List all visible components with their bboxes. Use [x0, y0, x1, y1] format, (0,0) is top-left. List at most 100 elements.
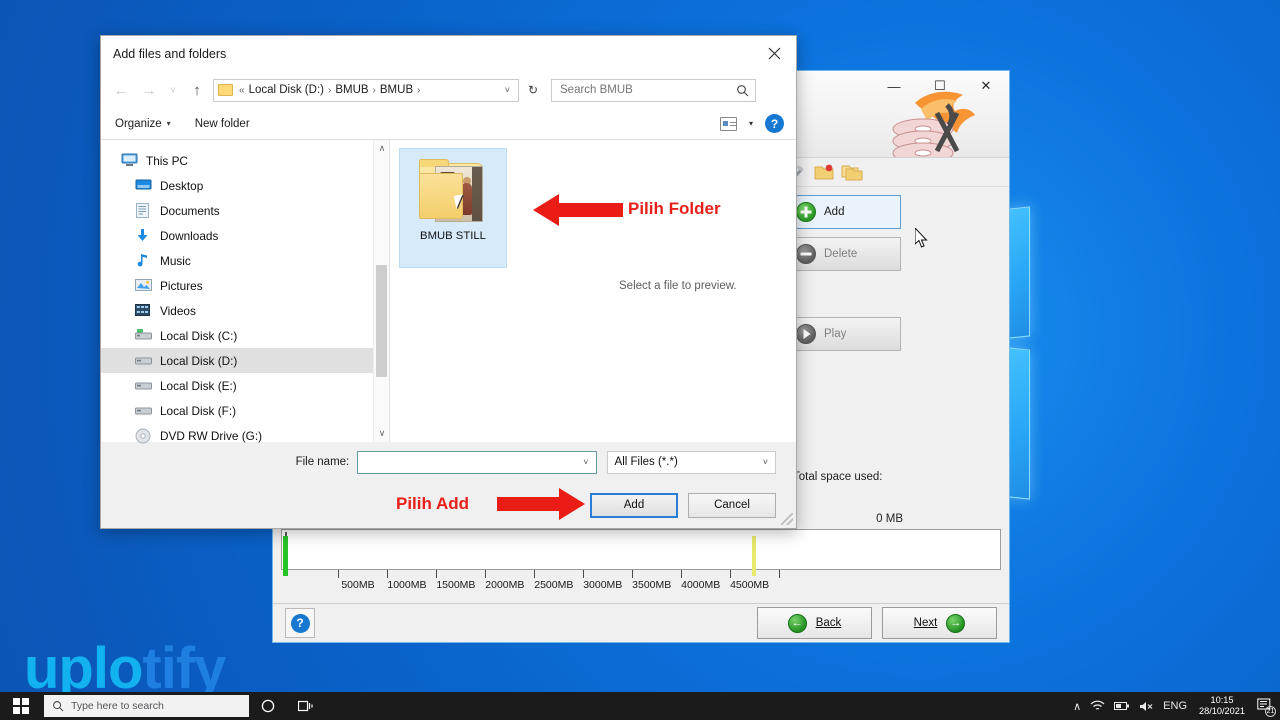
dialog-bottom-bar: File name: ˅ All Files (*.*) ˅ Add Cance…	[101, 442, 796, 528]
back-button[interactable]: ← Back	[757, 607, 872, 640]
search-icon	[737, 84, 749, 96]
wifi-icon[interactable]	[1090, 700, 1105, 712]
dialog-close-button[interactable]	[752, 36, 796, 70]
help-icon[interactable]: ?	[765, 114, 784, 133]
burner-add-label: Add	[824, 206, 845, 219]
cortana-circle-icon[interactable]	[249, 692, 287, 720]
burner-play-button[interactable]: Play	[787, 317, 901, 352]
copy-folder-icon[interactable]	[841, 163, 863, 181]
file-type-select[interactable]: All Files (*.*) ˅	[606, 450, 776, 474]
clock[interactable]: 10:15 28/10/2021	[1196, 695, 1248, 717]
tree-item-label: Music	[160, 253, 191, 268]
nav-history-button[interactable]: ˅	[165, 85, 181, 95]
tree-item-desktop[interactable]: Desktop	[101, 173, 373, 198]
burner-help-button[interactable]: ?	[285, 608, 315, 639]
ruler-label: 2500MB	[534, 579, 574, 592]
new-folder-icon[interactable]	[814, 163, 834, 181]
folder-list-item[interactable]: BMUB STILL	[399, 148, 507, 268]
tree-item-dvd-rw-drive-g[interactable]: DVD RW Drive (G:)	[101, 423, 373, 448]
tree-scrollbar[interactable]: ∧ ∨	[373, 140, 389, 442]
music-icon	[135, 253, 152, 268]
tree-item-local-disk-d[interactable]: Local Disk (D:)	[101, 348, 373, 373]
next-button[interactable]: Next →	[882, 607, 997, 640]
tree-item-local-disk-e[interactable]: Local Disk (E:)	[101, 373, 373, 398]
start-button[interactable]	[0, 692, 42, 720]
ruler-tick	[680, 570, 682, 579]
drive-icon	[135, 378, 152, 393]
ruler-label: 4500MB	[730, 579, 770, 592]
toolbar-right-group: ▾ ?	[719, 114, 784, 133]
breadcrumb[interactable]: « Local Disk (D:) › BMUB › BMUB › ˅	[213, 78, 519, 102]
cancel-button[interactable]: Cancel	[688, 492, 776, 518]
breadcrumb-dropdown-icon[interactable]: ˅	[499, 85, 516, 95]
taskbar: Type here to search ∧ ENG 10:15 28/10/20…	[0, 692, 1280, 720]
nav-up-button[interactable]: ↑	[185, 82, 209, 99]
tree-item-local-disk-f[interactable]: Local Disk (F:)	[101, 398, 373, 423]
system-tray: ∧ ENG 10:15 28/10/2021 21	[1073, 692, 1280, 720]
search-box[interactable]: Search BMUB	[551, 78, 756, 102]
task-view-icon[interactable]	[287, 692, 325, 720]
burner-play-label: Play	[824, 328, 847, 341]
tree-item-pictures[interactable]: Pictures	[101, 273, 373, 298]
tree-item-videos[interactable]: Videos	[101, 298, 373, 323]
preview-placeholder: Select a file to preview.	[619, 280, 737, 292]
close-icon	[768, 47, 780, 59]
folder-name-label: BMUB STILL	[420, 230, 486, 242]
space-meter: 500MB 1000MB 1500MB 2000MB 2500MB 3000MB 3500M…	[273, 525, 1009, 604]
refresh-button[interactable]: ↻	[523, 83, 543, 97]
tree-item-music[interactable]: Music	[101, 248, 373, 273]
dialog-title: Add files and folders	[113, 47, 227, 61]
new-folder-button[interactable]: New folder	[195, 118, 250, 130]
speaker-muted-icon[interactable]	[1139, 701, 1154, 712]
folder-annotation-arrow	[533, 194, 623, 226]
battery-icon[interactable]	[1114, 701, 1130, 711]
file-content-pane: BMUB STILL Select a file to preview.	[390, 140, 796, 442]
ruler-tick	[778, 570, 780, 579]
filename-dropdown-icon[interactable]: ˅	[583, 457, 591, 467]
file-type-dropdown-icon[interactable]: ˅	[763, 457, 771, 467]
burner-delete-button[interactable]: Delete	[787, 237, 901, 272]
file-type-value: All Files (*.*)	[614, 456, 678, 468]
burner-add-button[interactable]: Add	[787, 195, 901, 230]
dvd-drive-icon	[135, 428, 152, 444]
tray-chevron-icon[interactable]: ∧	[1073, 700, 1081, 713]
view-chevron-down-icon[interactable]: ▾	[749, 119, 753, 128]
scroll-up-arrow[interactable]: ∧	[374, 140, 390, 157]
burner-footer: ? ← Back Next →	[273, 603, 1009, 642]
add-files-dialog: Add files and folders ← → ˅ ↑ « Local Di…	[100, 35, 797, 529]
folder-thumbnail-icon	[417, 157, 489, 223]
ruler-label: 1000MB	[387, 579, 427, 592]
monitor-icon	[121, 153, 138, 168]
resize-grip[interactable]	[781, 513, 793, 525]
tree-item-documents[interactable]: Documents	[101, 198, 373, 223]
taskbar-search-placeholder: Type here to search	[71, 700, 164, 712]
breadcrumb-item-2[interactable]: BMUB	[380, 84, 413, 96]
drive-icon	[135, 403, 152, 418]
clock-time: 10:15	[1210, 695, 1234, 705]
tree-item-downloads[interactable]: Downloads	[101, 223, 373, 248]
filename-input[interactable]: ˅	[357, 450, 597, 474]
add-button[interactable]: Add	[590, 492, 678, 518]
scroll-thumb[interactable]	[376, 265, 387, 377]
ruler-tick	[729, 570, 731, 579]
space-bar	[281, 529, 1001, 570]
breadcrumb-item-0[interactable]: Local Disk (D:)	[249, 84, 324, 96]
ruler-label: 500MB	[341, 579, 375, 592]
tree-item-local-disk-c[interactable]: Local Disk (C:)	[101, 323, 373, 348]
tree-item-label: DVD RW Drive (G:)	[160, 428, 263, 443]
breadcrumb-sep-0: ›	[327, 84, 332, 96]
tree-item-this-pc[interactable]: This PC	[101, 148, 373, 173]
scroll-down-arrow[interactable]: ∨	[374, 425, 390, 442]
taskbar-search-input[interactable]: Type here to search	[44, 695, 249, 717]
language-indicator[interactable]: ENG	[1163, 700, 1187, 712]
nav-forward-button[interactable]: →	[137, 82, 161, 99]
tree-item-label: Videos	[160, 303, 196, 318]
pictures-icon	[135, 278, 152, 293]
view-layout-icon[interactable]	[719, 116, 737, 131]
notification-icon[interactable]: 21	[1257, 698, 1276, 717]
breadcrumb-item-1[interactable]: BMUB	[335, 84, 368, 96]
notification-count: 21	[1265, 706, 1276, 717]
tree-item-label: Documents	[160, 203, 220, 218]
nav-back-button[interactable]: ←	[109, 82, 133, 99]
organize-button[interactable]: Organize ▾	[115, 118, 171, 130]
